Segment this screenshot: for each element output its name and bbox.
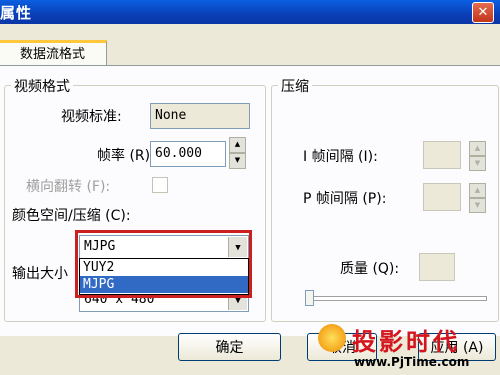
spin-up-icon[interactable]: ▲ [469, 183, 486, 198]
annotation-highlight-box [75, 230, 252, 298]
tab-label: 数据流格式 [19, 47, 85, 62]
horizontal-flip-checkbox[interactable] [152, 177, 168, 193]
spin-up-icon[interactable]: ▲ [229, 137, 246, 153]
window-title: 属性 [0, 4, 33, 22]
watermark-logo-icon [318, 324, 346, 352]
framerate-label: 帧率 (R): [97, 148, 155, 164]
quality-label: 质量 (Q): [340, 261, 400, 277]
i-frame-spinner[interactable]: ▲ ▼ [469, 141, 486, 171]
watermark: 投影时代 www.PjTime.com [318, 322, 500, 375]
ok-button[interactable]: 确定 [178, 333, 281, 361]
ok-button-label: 确定 [215, 340, 244, 356]
tab-stream-format[interactable]: 数据流格式 [0, 40, 107, 67]
video-format-group-label: 视频格式 [11, 76, 73, 96]
framerate-spinner[interactable]: ▲ ▼ [229, 137, 246, 169]
quality-slider-thumb[interactable] [305, 290, 314, 306]
output-size-label: 输出大小 [12, 266, 68, 282]
title-bar[interactable]: 属性 ✕ [0, 0, 500, 24]
compression-group-label: 压缩 [278, 76, 312, 96]
video-standard-field: None [150, 103, 250, 129]
watermark-text: 投影时代 [352, 328, 460, 356]
spin-down-icon[interactable]: ▼ [469, 198, 486, 213]
framerate-input[interactable]: 60.000 [150, 141, 226, 167]
p-frame-interval-input[interactable] [423, 183, 461, 211]
spin-down-icon[interactable]: ▼ [229, 153, 246, 169]
quality-slider-track[interactable] [305, 296, 487, 301]
spin-down-icon[interactable]: ▼ [469, 156, 486, 171]
i-frame-interval-label: I 帧间隔 (I): [303, 149, 378, 165]
horizontal-flip-label: 横向翻转 (F): [26, 179, 111, 195]
spin-up-icon[interactable]: ▲ [469, 141, 486, 156]
p-frame-interval-label: P 帧间隔 (P): [303, 191, 387, 207]
video-standard-label: 视频标准: [61, 109, 122, 125]
watermark-site: www.PjTime.com [354, 355, 470, 369]
i-frame-interval-input[interactable] [423, 141, 461, 169]
quality-input[interactable] [419, 253, 455, 281]
close-button[interactable]: ✕ [472, 2, 494, 23]
p-frame-spinner[interactable]: ▲ ▼ [469, 183, 486, 213]
colorspace-label: 颜色空间/压缩 (C): [12, 208, 131, 224]
close-icon: ✕ [477, 5, 489, 20]
